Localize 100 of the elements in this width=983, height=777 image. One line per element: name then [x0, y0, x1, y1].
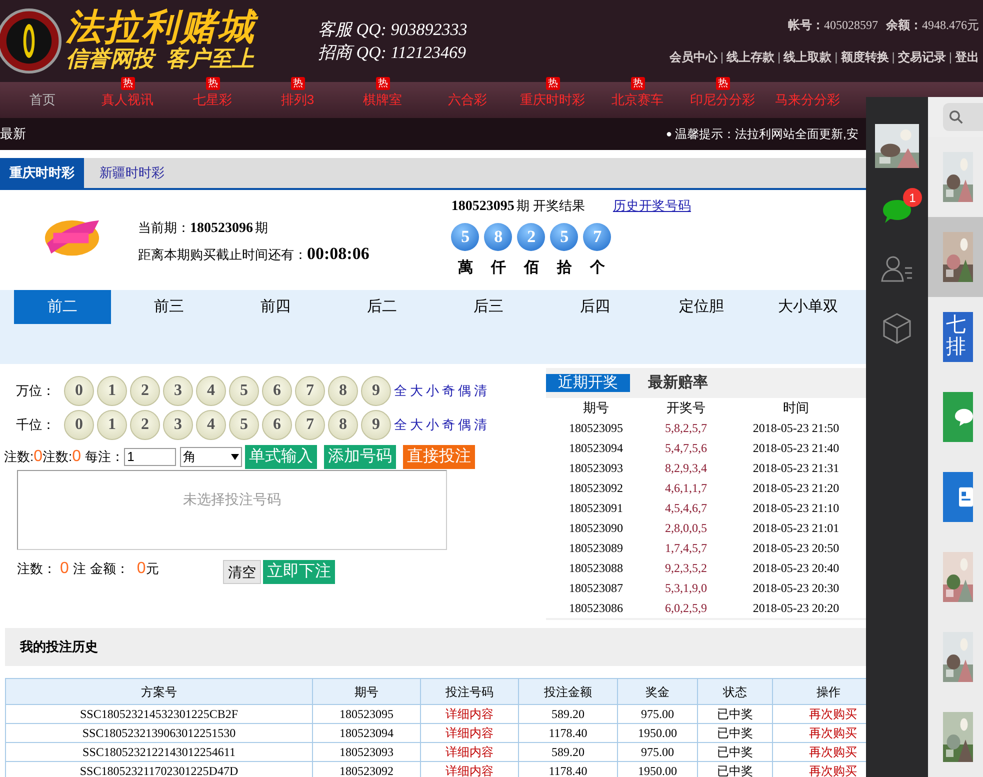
result-label: 期 开奖结果 — [516, 197, 585, 215]
table-cell: SSC1805232122143012254611 — [6, 742, 312, 762]
account-link[interactable]: 会员中心 — [669, 48, 718, 66]
count-label: 注数: — [4, 448, 34, 466]
nav-item[interactable]: 重庆时时彩 — [520, 90, 585, 110]
account-link[interactable]: 线上存款 — [726, 48, 774, 66]
document-icon — [959, 486, 973, 508]
table-cell: 975.00 — [618, 742, 698, 762]
table-cell: 1178.40 — [518, 724, 618, 742]
chat-bubble-icon — [955, 408, 973, 426]
table-cell-text: 4,6,1,1,7 — [664, 480, 708, 497]
table-cell-text: 6,0,2,5,9 — [664, 600, 708, 617]
table-cell-text: 180523090 — [568, 520, 624, 537]
nav-item[interactable]: 首页 — [30, 90, 56, 110]
unit-input[interactable]: 1 — [124, 448, 176, 466]
contacts-icon[interactable] — [881, 254, 913, 282]
hot-badge: 热 — [121, 77, 135, 90]
count-value: 0 — [34, 447, 43, 467]
recent-tab[interactable]: 最新赔率 — [636, 374, 720, 392]
pick-row-label: 万位： — [16, 382, 56, 400]
play-tab[interactable]: 后三 — [440, 290, 536, 324]
chat-list-item[interactable] — [928, 697, 983, 777]
account-link[interactable]: 交易记录 — [898, 48, 946, 66]
nav-item[interactable]: 真人视讯 — [102, 90, 154, 110]
link-separator: | — [890, 49, 896, 66]
account-link[interactable]: 额度转换 — [840, 48, 889, 66]
chat-list-item[interactable]: 七排 — [928, 297, 983, 377]
quick-select-link[interactable]: 奇 — [442, 415, 455, 435]
table-cell-text: 2018-05-23 21:10 — [752, 500, 840, 517]
quick-select-link[interactable]: 清 — [474, 415, 487, 435]
table-cell: 589.20 — [518, 742, 618, 762]
recent-tab[interactable]: 近期开奖 — [546, 374, 630, 392]
table-cell-text: 2018-05-23 20:20 — [752, 600, 840, 617]
unit-label: 每注： — [85, 448, 124, 466]
quick-select-link[interactable]: 小 — [426, 415, 439, 435]
hot-badge: 热 — [291, 77, 305, 90]
play-tab[interactable]: 大小单双 — [760, 290, 856, 324]
current-period-label: 当前期： — [138, 219, 190, 237]
action-button[interactable]: 清空 — [222, 560, 261, 584]
table-cell: 975.00 — [618, 704, 698, 724]
chat-bubble-icon[interactable] — [882, 198, 912, 224]
amount-value: 0 — [136, 559, 146, 579]
table-cell-text: 2018-05-23 21:20 — [752, 480, 840, 497]
site-slogan: 信誉网投 客户至上 — [66, 45, 256, 73]
current-period: 180523096 — [190, 220, 253, 238]
table-cell-text: 180523087 — [568, 580, 624, 597]
position-label: 佰 — [522, 258, 540, 278]
game-tab[interactable]: 重庆时时彩 — [0, 158, 84, 188]
table-cell: 589.20 — [518, 704, 618, 724]
nav-item[interactable]: 马来分分彩 — [775, 90, 840, 110]
column-header: 状态 — [698, 678, 772, 704]
table-cell-text: 180523086 — [568, 600, 624, 617]
hot-badge: 热 — [716, 77, 730, 90]
countdown: 00:08:06 — [307, 243, 370, 265]
nav-item[interactable]: 棋牌室 — [363, 90, 402, 110]
count-unit: 注 — [72, 560, 86, 578]
chat-list-item[interactable] — [928, 137, 983, 217]
quick-select-link[interactable]: 奇 — [442, 381, 455, 401]
unit-select[interactable]: 角 — [180, 447, 242, 467]
ticker-label: 最新 — [0, 125, 26, 144]
account-link[interactable]: 登出 — [955, 48, 979, 66]
cube-icon[interactable] — [882, 312, 912, 344]
quick-select-link[interactable]: 清 — [474, 381, 487, 401]
column-header: 投注金额 — [518, 678, 618, 704]
column-header: 方案号 — [6, 678, 312, 704]
play-tab[interactable]: 后二 — [334, 290, 430, 324]
column-header: 时间 — [782, 399, 810, 417]
quick-select-link[interactable]: 全 — [394, 415, 407, 435]
hot-badge: 热 — [631, 77, 645, 90]
quick-select-link[interactable]: 大 — [410, 415, 423, 435]
nav-item[interactable]: 七星彩 — [193, 90, 232, 110]
play-tab[interactable]: 前四 — [227, 290, 324, 324]
amount-unit: 元 — [146, 560, 159, 578]
unread-badge: 1 — [903, 188, 922, 207]
nav-item[interactable]: 印尼分分彩 — [690, 90, 755, 110]
column-header: 期号 — [582, 399, 610, 417]
quick-select-link[interactable]: 大 — [410, 381, 423, 401]
quick-select-link[interactable]: 偶 — [458, 381, 471, 401]
quick-select-link[interactable]: 全 — [394, 381, 407, 401]
play-tab[interactable]: 前三 — [120, 290, 217, 324]
game-tab[interactable]: 新疆时时彩 — [84, 158, 180, 188]
chat-list-item[interactable] — [928, 217, 983, 297]
quick-select-link[interactable]: 小 — [426, 381, 439, 401]
table-cell-text: 180523095 — [568, 420, 624, 437]
count-label: 注数: — [42, 448, 72, 466]
play-tab[interactable]: 前二 — [14, 290, 110, 324]
nav-item[interactable]: 六合彩 — [448, 90, 487, 110]
play-tab[interactable]: 定位胆 — [653, 290, 750, 324]
nav-item[interactable]: 排列3 — [280, 90, 314, 110]
column-header: 开奖号 — [666, 399, 706, 417]
search-icon[interactable] — [949, 110, 963, 124]
position-label: 拾 — [556, 258, 573, 278]
link-separator: | — [776, 49, 782, 66]
qq-contact: 客服 QQ: 903892333 — [318, 19, 468, 41]
period-unit: 期 — [255, 219, 268, 237]
play-tab[interactable]: 后四 — [546, 290, 643, 324]
account-link[interactable]: 线上取款 — [784, 48, 832, 66]
quick-select-link[interactable]: 偶 — [458, 415, 471, 435]
history-link[interactable]: 历史开奖号码 — [612, 196, 691, 216]
nav-item[interactable]: 北京赛车 — [612, 90, 664, 110]
